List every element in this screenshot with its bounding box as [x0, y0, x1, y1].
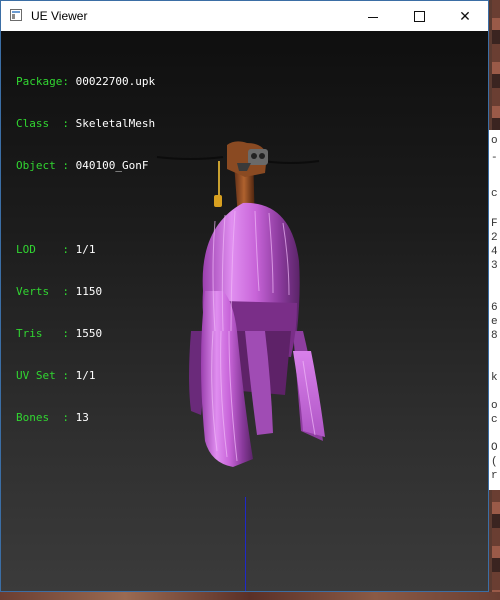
background-text: ( — [491, 456, 498, 468]
maximize-button[interactable] — [396, 1, 442, 31]
minimize-icon — [368, 16, 378, 18]
background-text: c — [491, 188, 498, 200]
hair-mesh — [189, 202, 325, 467]
ue-viewer-window: UE Viewer ✕ Package: 00022700.upk Class … — [0, 0, 489, 592]
background-text: 2 — [491, 232, 498, 244]
desktop-backdrop-bottom — [0, 592, 500, 600]
background-text: c — [491, 414, 498, 426]
background-text: e — [491, 316, 498, 328]
close-button[interactable]: ✕ — [442, 1, 488, 31]
background-text: 6 — [491, 302, 498, 314]
origin-axis-line — [245, 497, 246, 591]
background-text: 8 — [491, 330, 498, 342]
background-document-window: o - c F 2 4 3 6 e 8 k o c O ( r — [489, 130, 500, 490]
title-bar[interactable]: UE Viewer ✕ — [1, 1, 488, 31]
background-text: F — [491, 218, 498, 230]
app-window-icon[interactable] — [10, 9, 22, 21]
close-icon: ✕ — [459, 7, 471, 24]
background-text: - — [491, 152, 498, 164]
background-text: o — [491, 135, 498, 147]
background-text: O — [491, 442, 498, 454]
background-text: k — [491, 372, 498, 384]
window-title: UE Viewer — [31, 9, 88, 23]
background-text: 4 — [491, 246, 498, 258]
3d-viewport[interactable]: Package: 00022700.upk Class : SkeletalMe… — [1, 31, 488, 591]
background-text: r — [491, 470, 498, 482]
minimize-button[interactable] — [350, 1, 396, 31]
background-text: o — [491, 400, 498, 412]
maximize-icon — [413, 10, 425, 22]
background-text: 3 — [491, 260, 498, 272]
